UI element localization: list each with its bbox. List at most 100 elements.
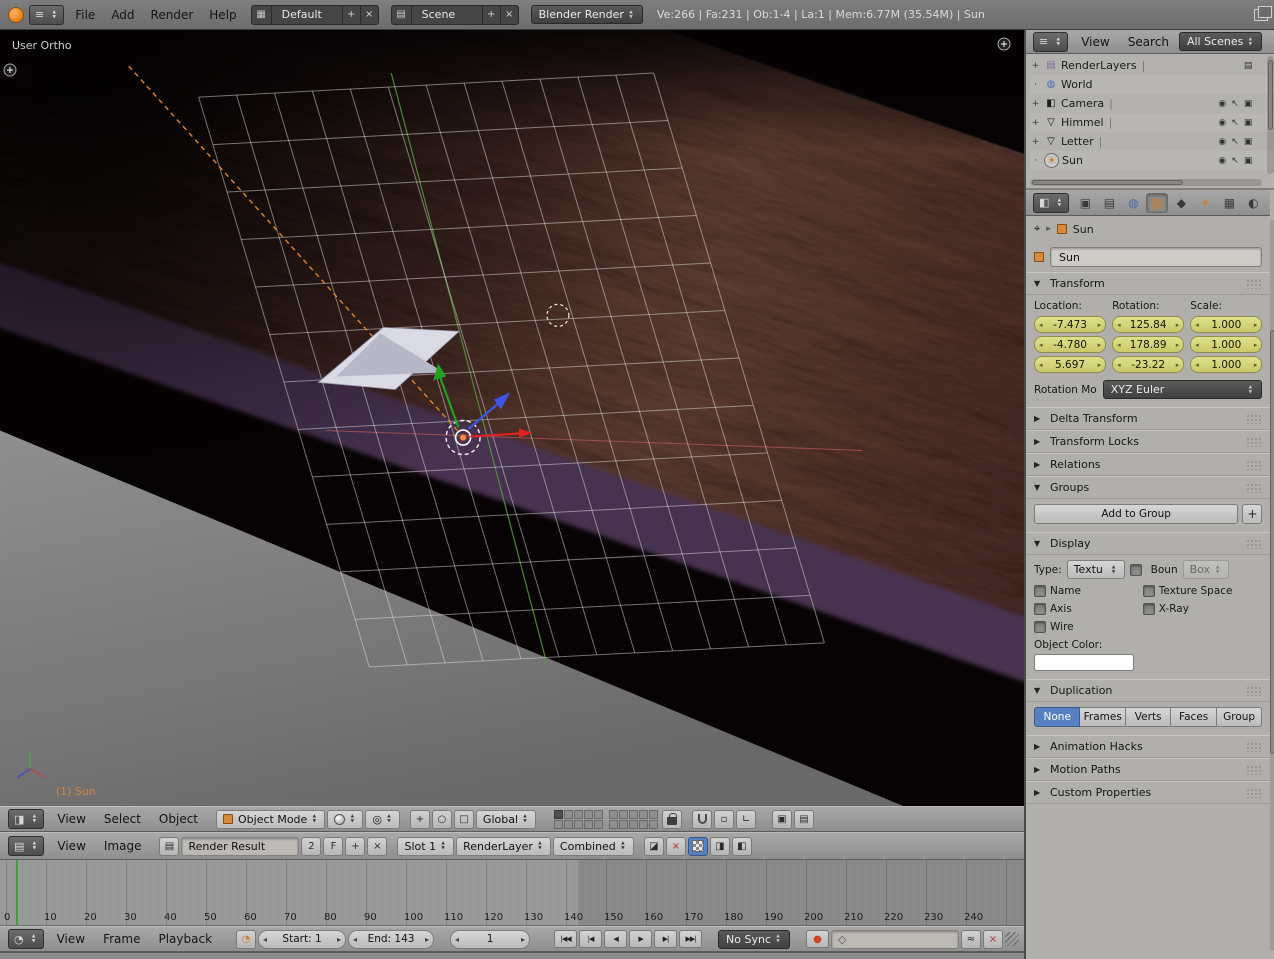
editor-type-timeline[interactable]: ◔ [8,929,44,949]
viewport-plus-widget[interactable] [3,63,17,77]
render-pass-dropdown[interactable]: Combined [552,836,634,856]
eye-icon[interactable]: ◉ [1218,156,1226,166]
image-users-count[interactable]: 2 [301,836,322,856]
panel-transform-locks[interactable]: Transform Locks [1026,430,1271,453]
location-z-field[interactable]: 5.697 [1034,356,1107,373]
manipulator-scale-toggle[interactable]: □ [453,809,474,829]
current-frame-field[interactable]: 1 [450,929,531,949]
expand-icon[interactable]: + [1030,137,1041,147]
rotation-x-field[interactable]: 125.84 [1112,316,1185,333]
breadcrumb-object-name[interactable]: Sun [1073,223,1094,236]
texture-space-checkbox[interactable] [1142,585,1155,597]
panel-duplication-header[interactable]: Duplication [1026,679,1271,702]
layer-cell[interactable] [554,819,564,829]
editor-type-properties[interactable]: ◧ [1033,192,1070,213]
panel-drag-grip[interactable] [1246,538,1263,549]
screen-layout-name[interactable]: Default [272,6,342,24]
draw-channel-color[interactable]: ◨ [709,836,730,856]
outliner-editor[interactable]: ≡ View Search All Scenes + ▤ RenderLayer… [1026,30,1274,190]
panel-groups-header[interactable]: Groups [1026,476,1271,499]
image-name-field[interactable]: Render Result [181,836,300,856]
object-name-field[interactable]: Sun [1050,247,1263,267]
duplication-faces-button[interactable]: Faces [1171,707,1217,727]
menu-add[interactable]: Add [103,8,142,22]
rotation-y-field[interactable]: 178.89 [1112,336,1185,353]
layer-cell[interactable] [574,819,584,829]
current-frame-marker[interactable] [16,860,18,925]
play-button[interactable] [629,930,653,948]
editor-type-outliner[interactable]: ≡ [1033,31,1069,52]
menu-view[interactable]: View [49,812,93,826]
auto-keyframe-record-button[interactable] [806,930,829,948]
tab-textures[interactable]: ▦ [1218,193,1240,213]
tree-row-letter[interactable]: + ▽ Letter | ◉ ↖ ▣ [1030,132,1274,151]
end-frame-field[interactable]: End: 143 [348,929,435,949]
menu-render[interactable]: Render [143,8,202,22]
new-group-button[interactable]: + [1242,504,1263,524]
scale-z-field[interactable]: 1.000 [1190,356,1263,373]
duplication-verts-button[interactable]: Verts [1125,707,1172,727]
opengl-render-still-button[interactable]: ▣ [772,809,793,829]
tree-row-renderlayers[interactable]: + ▤ RenderLayers | ▤ [1030,56,1274,75]
panel-custom-properties[interactable]: Custom Properties [1026,781,1271,804]
properties-editor[interactable]: ◧ ▣ ▤ ◍ ▧ ◆ ☀ ▦ ◐ ⌖ ▸ Sun [1026,190,1274,959]
rotation-mode-dropdown[interactable]: XYZ Euler [1102,380,1263,399]
scrollbar-thumb[interactable] [1032,180,1184,185]
layer-cell[interactable] [609,809,619,819]
panel-drag-grip[interactable] [1246,482,1263,493]
render-layer-dropdown[interactable]: RenderLayer [456,836,551,856]
outliner-horizontal-scrollbar[interactable] [1030,179,1263,186]
menu-help[interactable]: Help [201,8,244,22]
eye-icon[interactable]: ◉ [1218,137,1226,147]
preview-range-toggle[interactable]: ◔ [236,929,257,949]
add-scene-button[interactable]: + [481,5,500,24]
panel-motion-paths[interactable]: Motion Paths [1026,758,1271,781]
add-to-group-button[interactable]: Add to Group [1034,504,1239,524]
layer-cell[interactable] [639,809,649,819]
panel-drag-grip[interactable] [1246,764,1263,775]
render-engine-dropdown[interactable]: Blender Render [530,5,643,24]
cursor-select-icon[interactable]: ↖ [1231,99,1239,109]
cursor-select-icon[interactable]: ↖ [1231,118,1239,128]
scrollbar-thumb[interactable] [1270,329,1274,754]
tab-constraints[interactable]: ◆ [1170,193,1192,213]
layer-cell[interactable] [594,809,604,819]
screen-layout-selector[interactable]: ▦ Default + × [250,4,379,25]
image-paint-toggle[interactable]: ◪ [643,836,664,856]
properties-region-plus-widget[interactable] [997,37,1011,51]
layer-cell[interactable] [584,819,594,829]
location-y-field[interactable]: -4.780 [1034,336,1107,353]
layer-cell[interactable] [629,819,639,829]
jump-to-start-button[interactable] [554,930,578,948]
panel-delta-transform[interactable]: Delta Transform [1026,407,1271,430]
expand-icon[interactable]: + [1030,61,1041,71]
item-label[interactable]: Himmel [1061,116,1104,129]
viewport-3d[interactable]: User Ortho (1) Sun [0,30,1024,806]
render-restrict-icon[interactable]: ▣ [1244,156,1253,166]
delete-channel-icon[interactable]: × [665,836,686,856]
panel-drag-grip[interactable] [1246,278,1263,289]
scrollbar-thumb[interactable] [1268,60,1274,130]
layers-widget-left[interactable] [554,809,604,829]
unlink-image-button[interactable]: × [367,836,388,856]
menu-playback[interactable]: Playback [150,932,220,946]
properties-scrollbar[interactable] [1270,220,1274,951]
item-label[interactable]: Letter [1061,135,1094,148]
cursor-select-icon[interactable]: ↖ [1231,156,1239,166]
tab-scene[interactable]: ▤ [1098,193,1120,213]
tree-row-himmel[interactable]: + ▽ Himmel | ◉ ↖ ▣ [1030,113,1274,132]
timeline-ruler[interactable]: 0 10 20 30 40 50 60 70 80 90 100 110 120… [0,860,1024,926]
panel-drag-grip[interactable] [1246,685,1263,696]
panel-relations[interactable]: Relations [1026,453,1271,476]
tree-row-world[interactable]: · ◍ World [1030,75,1274,94]
item-label[interactable]: Camera [1061,97,1104,110]
draw-type-dropdown[interactable]: Textu [1066,560,1125,579]
sync-mode-dropdown[interactable]: No Sync [718,929,790,949]
name-checkbox[interactable] [1034,585,1046,597]
region-corner-grip[interactable] [1005,932,1019,946]
location-x-field[interactable]: -7.473 [1034,316,1107,333]
window-duplicate-icon[interactable] [1254,5,1272,21]
lock-to-scene-toggle[interactable] [662,809,683,829]
object-color-swatch[interactable] [1034,654,1134,671]
delete-scene-button[interactable]: × [499,5,518,24]
